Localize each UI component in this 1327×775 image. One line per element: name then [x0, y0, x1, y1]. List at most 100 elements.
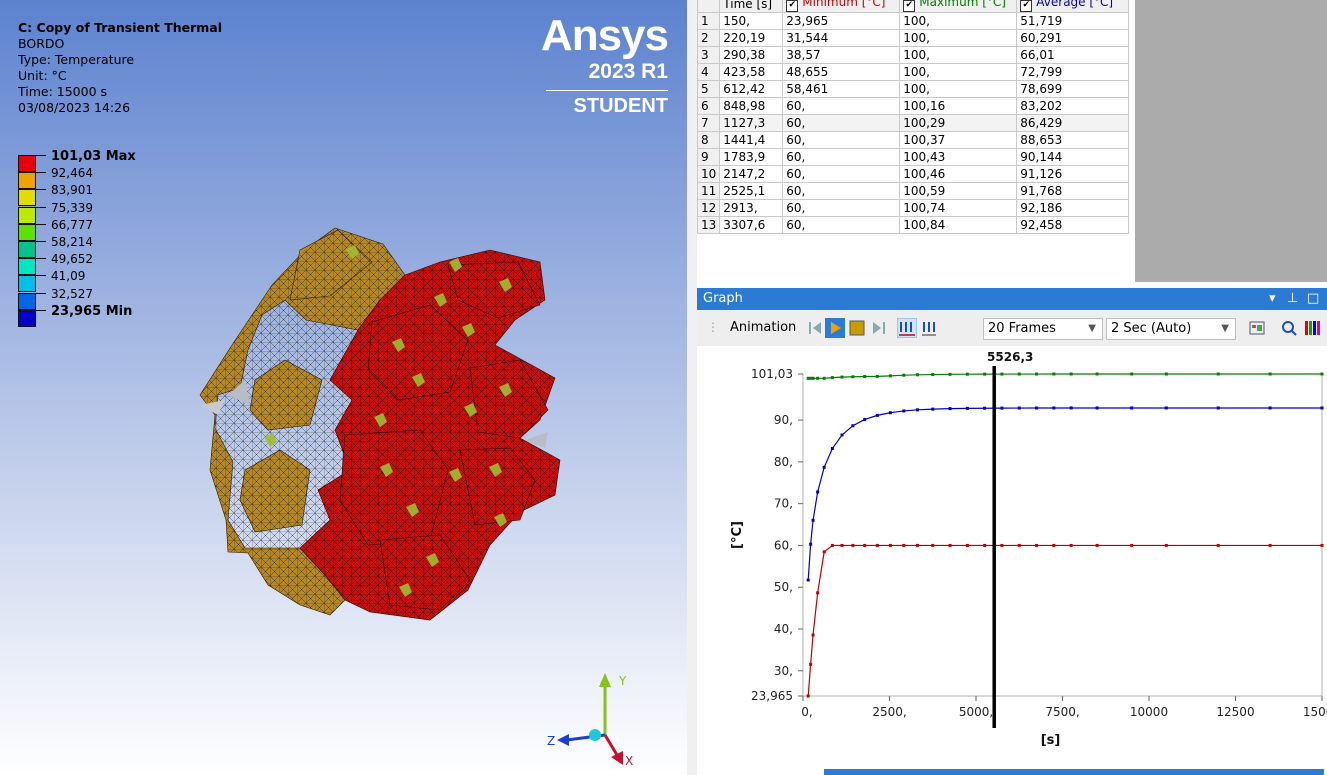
animation-toolbar: ⋮ Animation 20 Frames ▼ 2 Sec (Auto) ▼ — [697, 310, 1327, 346]
temperature-chart[interactable]: 101,03 90, 80, 70, 60, 50, 40, 30, 23,965 0, 2500,… — [697, 346, 1327, 769]
table-cell: 91,768 — [1016, 182, 1130, 200]
table-row[interactable]: 10 2147,2 60, 100,46 91,126 — [697, 165, 1130, 183]
pin-icon[interactable]: ⊥ — [1287, 291, 1298, 306]
row-number: 8 — [697, 131, 721, 149]
data-point — [816, 376, 820, 380]
y-axis-label: [°C] — [730, 521, 745, 549]
splitter[interactable] — [687, 0, 697, 775]
row-number: 10 — [697, 165, 721, 183]
data-point — [1320, 543, 1324, 547]
data-point — [915, 543, 919, 547]
data-point — [822, 550, 826, 554]
column-header-minimum[interactable]: ✔ Minimum [°C] — [782, 0, 901, 13]
data-point — [902, 409, 906, 413]
table-row[interactable]: 8 1441,4 60, 100,37 88,653 — [697, 131, 1130, 149]
data-point — [863, 543, 867, 547]
timeline-bar[interactable] — [824, 769, 1324, 775]
table-row[interactable]: 4 423,58 48,655 100, 72,799 — [697, 63, 1130, 81]
table-cell: 100,37 — [899, 131, 1018, 149]
table-empty-area — [1135, 0, 1327, 282]
data-point — [1216, 406, 1220, 410]
y-tick-label: 30, — [774, 664, 793, 678]
table-cell: 60, — [782, 148, 901, 166]
table-cell: 100, — [899, 46, 1018, 64]
table-cell: 92,186 — [1016, 199, 1130, 217]
y-tick-label: 40, — [774, 622, 793, 636]
row-number: 2 — [697, 29, 721, 47]
table-row[interactable]: 3 290,38 38,57 100, 66,01 — [697, 46, 1130, 64]
table-cell: 48,655 — [782, 63, 901, 81]
table-cell: 2913, — [719, 199, 784, 217]
table-row[interactable]: 13 3307,6 60, 100,84 92,458 — [697, 216, 1130, 234]
distributed-frames-icon[interactable] — [897, 318, 917, 338]
data-point — [1164, 406, 1168, 410]
table-cell: 90,144 — [1016, 148, 1130, 166]
table-cell: 100, — [899, 12, 1018, 30]
row-number: 6 — [697, 97, 721, 115]
axis-triad: Y Z X — [547, 673, 633, 768]
table-cell: 100, — [899, 63, 1018, 81]
table-cell: 100, — [899, 80, 1018, 98]
play-icon[interactable] — [825, 318, 845, 338]
maximize-icon[interactable]: □ — [1307, 291, 1319, 306]
stop-icon[interactable] — [849, 320, 865, 336]
zoom-icon[interactable] — [1281, 320, 1297, 336]
table-row[interactable]: 11 2525,1 60, 100,59 91,768 — [697, 182, 1130, 200]
export-video-icon[interactable] — [1249, 320, 1265, 336]
column-header-maximum[interactable]: ✔ Maximum [°C] — [899, 0, 1018, 13]
table-row[interactable]: 1 150, 23,965 100, 51,719 — [697, 12, 1130, 30]
last-frame-icon[interactable] — [871, 320, 887, 336]
data-point — [1268, 543, 1272, 547]
average-checkbox[interactable]: ✔ — [1020, 0, 1033, 12]
x-tick-label: 5000, — [959, 705, 993, 719]
y-tick-label: 60, — [774, 538, 793, 552]
data-point — [1052, 543, 1056, 547]
graph-panel[interactable]: Graph ▾ ⊥ □ ⋮ Animation 20 Frames ▼ 2 Sec… — [697, 288, 1327, 775]
data-point — [915, 373, 919, 377]
dropdown-icon[interactable]: ▾ — [1269, 291, 1276, 306]
column-header-time[interactable]: Time [s] — [719, 0, 784, 13]
data-point — [965, 406, 969, 410]
data-point — [965, 543, 969, 547]
series-line-maximum — [808, 373, 1322, 379]
data-point — [1035, 543, 1039, 547]
mesh-model[interactable] — [0, 0, 687, 775]
table-cell: 60, — [782, 131, 901, 149]
color-legend-icon[interactable] — [1305, 320, 1323, 336]
data-point — [1216, 543, 1220, 547]
data-point — [1000, 406, 1004, 410]
tabular-data-panel[interactable]: Time [s] ✔ Minimum [°C] ✔ Maximum [°C] ✔ Av… — [697, 0, 1135, 282]
data-point — [1069, 543, 1073, 547]
data-point — [1320, 406, 1324, 410]
table-row[interactable]: 5 612,42 58,461 100, 78,699 — [697, 80, 1130, 98]
table-row[interactable]: 7 1127,3 60, 100,29 86,429 — [697, 114, 1130, 132]
maximum-checkbox[interactable]: ✔ — [903, 0, 916, 12]
table-row[interactable]: 12 2913, 60, 100,74 92,186 — [697, 199, 1130, 217]
column-header-average[interactable]: ✔ Average [°C] — [1016, 0, 1130, 13]
table-cell: 100,84 — [899, 216, 1018, 234]
table-row[interactable]: 9 1783,9 60, 100,43 90,144 — [697, 148, 1130, 166]
duration-select[interactable]: 2 Sec (Auto) ▼ — [1106, 318, 1236, 340]
y-tick-label: 80, — [774, 455, 793, 469]
data-point — [816, 490, 820, 494]
data-point — [1069, 406, 1073, 410]
data-point — [1095, 543, 1099, 547]
frames-select[interactable]: 20 Frames ▼ — [983, 318, 1103, 340]
result-sets-icon[interactable] — [921, 320, 937, 336]
data-point — [806, 578, 810, 582]
table-row[interactable]: 2 220,19 31,544 100, 60,291 — [697, 29, 1130, 47]
table-cell: 51,719 — [1016, 12, 1130, 30]
minimum-checkbox[interactable]: ✔ — [786, 0, 799, 12]
data-point — [1035, 406, 1039, 410]
data-point — [830, 376, 834, 380]
result-viewport[interactable]: C: Copy of Transient Thermal BORDO Type:… — [0, 0, 687, 775]
data-point — [1130, 406, 1134, 410]
first-frame-icon[interactable] — [807, 320, 823, 336]
data-point — [1164, 543, 1168, 547]
series-line-average — [807, 407, 1322, 581]
row-number-header — [697, 0, 721, 13]
x-tick-label: 7500, — [1045, 705, 1079, 719]
table-row[interactable]: 6 848,98 60, 100,16 83,202 — [697, 97, 1130, 115]
row-number: 1 — [697, 12, 721, 30]
y-tick-label: 101,03 — [751, 367, 793, 381]
